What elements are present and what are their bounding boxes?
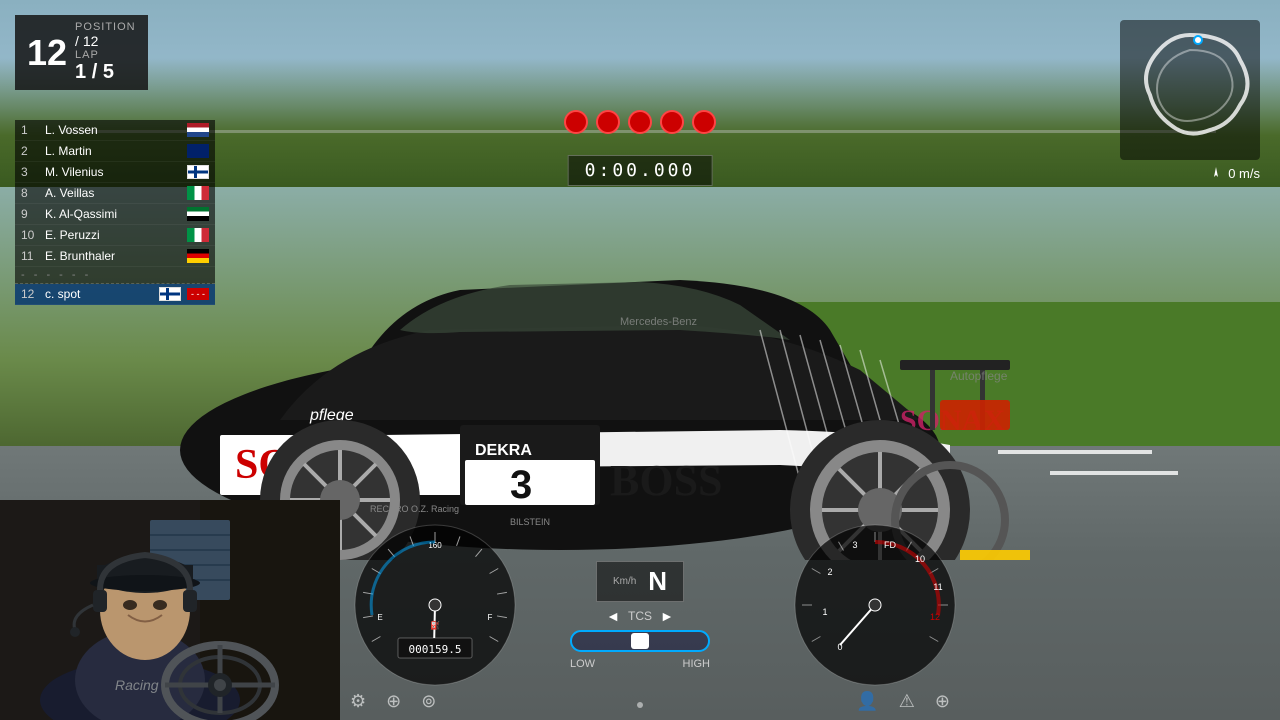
car-svg: SONAX DEKRA 3 BOSS SONAX pflege [80,130,1030,560]
svg-text:BILSTEIN: BILSTEIN [510,517,550,527]
svg-text:DEKRA: DEKRA [475,442,532,459]
svg-text:BOSS: BOSS [610,456,723,505]
svg-text:Mercedes-Benz: Mercedes-Benz [620,316,697,328]
svg-text:RECARO O.Z. Racing: RECARO O.Z. Racing [370,504,459,514]
svg-text:Autopflege: Autopflege [950,369,1008,383]
game-background: SONAX DEKRA 3 BOSS SONAX pflege [0,0,1280,720]
svg-text:3: 3 [510,463,532,507]
